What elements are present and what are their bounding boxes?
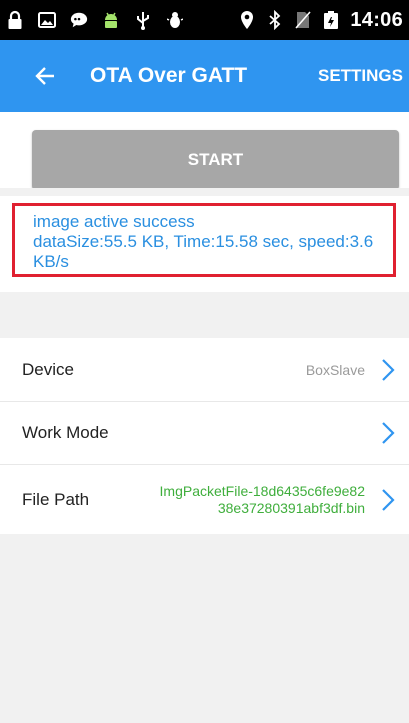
battery-icon [322, 9, 340, 31]
clock: 14:06 [350, 8, 403, 31]
location-icon [238, 9, 256, 31]
device-label: Device [22, 359, 74, 379]
file-path-value-line2: 38e37280391abf3df.bin [217, 499, 365, 516]
app-bar: OTA Over GATT SETTINGS [0, 40, 409, 112]
file-path-label: File Path [22, 489, 90, 509]
android-icon [102, 9, 120, 31]
lock-icon [6, 9, 24, 31]
status-line-stats: dataSize:55.5 KB, Time:15.58 sec, speed:… [33, 232, 374, 271]
file-path-value-line1: ImgPacketFile-18d6435c6fe9e82 [159, 482, 365, 499]
device-row[interactable]: Device BoxSlave [0, 338, 409, 401]
start-button[interactable]: START [32, 130, 399, 190]
file-path-row[interactable]: File Path ImgPacketFile-18d6435c6fe9e82 … [0, 464, 409, 534]
chevron-right-icon [377, 486, 399, 514]
usb-icon [134, 9, 152, 31]
work-mode-label: Work Mode [22, 423, 109, 442]
no-sim-icon [294, 9, 312, 31]
image-icon [38, 9, 56, 31]
page-title: OTA Over GATT [90, 64, 248, 87]
status-bar: 14:06 [0, 0, 409, 40]
messenger-icon [70, 9, 88, 31]
settings-list: Device BoxSlave Work Mode File Path ImgP… [0, 338, 409, 534]
debug-bug-icon [166, 9, 184, 31]
divider [0, 188, 409, 196]
back-arrow-icon[interactable] [25, 56, 65, 96]
chevron-right-icon [377, 356, 399, 384]
status-message: image active success dataSize:55.5 KB, T… [12, 203, 396, 277]
settings-button[interactable]: SETTINGS [318, 66, 403, 86]
file-path-value: ImgPacketFile-18d6435c6fe9e82 38e3728039… [160, 483, 365, 517]
status-line-result: image active success [33, 212, 195, 231]
work-mode-row[interactable]: Work Mode [0, 401, 409, 464]
device-value: BoxSlave [305, 361, 365, 378]
chevron-right-icon [377, 419, 399, 447]
bluetooth-icon [266, 9, 284, 31]
